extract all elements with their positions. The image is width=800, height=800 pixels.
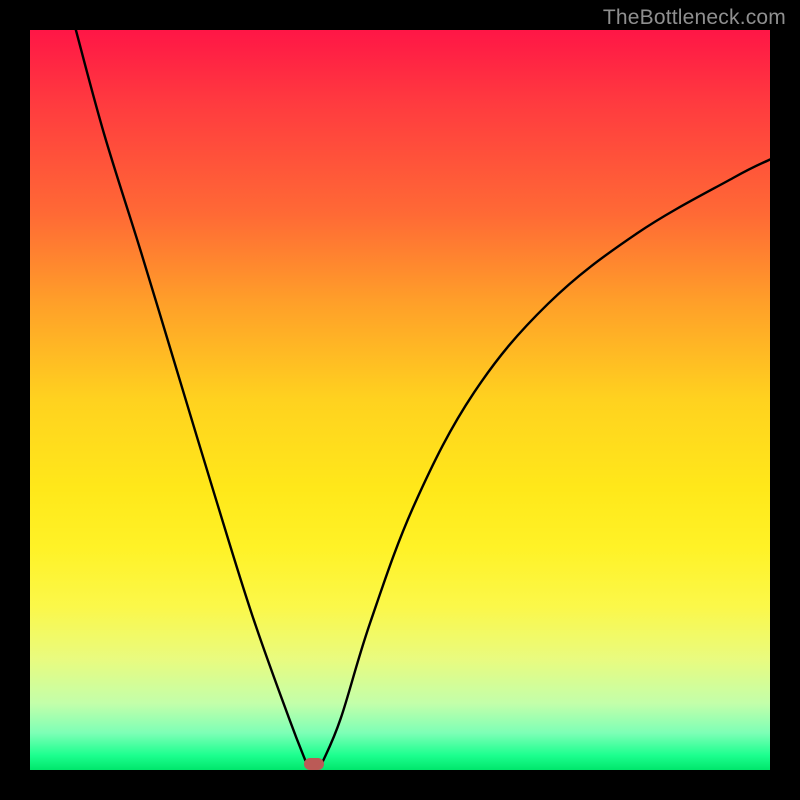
watermark-text: TheBottleneck.com — [603, 6, 786, 30]
right-branch-path — [322, 160, 770, 763]
plot-area — [30, 30, 770, 770]
curve-layer — [30, 30, 770, 770]
chart-frame: TheBottleneck.com — [0, 0, 800, 800]
vertex-marker — [304, 758, 324, 770]
left-branch-path — [76, 30, 307, 764]
